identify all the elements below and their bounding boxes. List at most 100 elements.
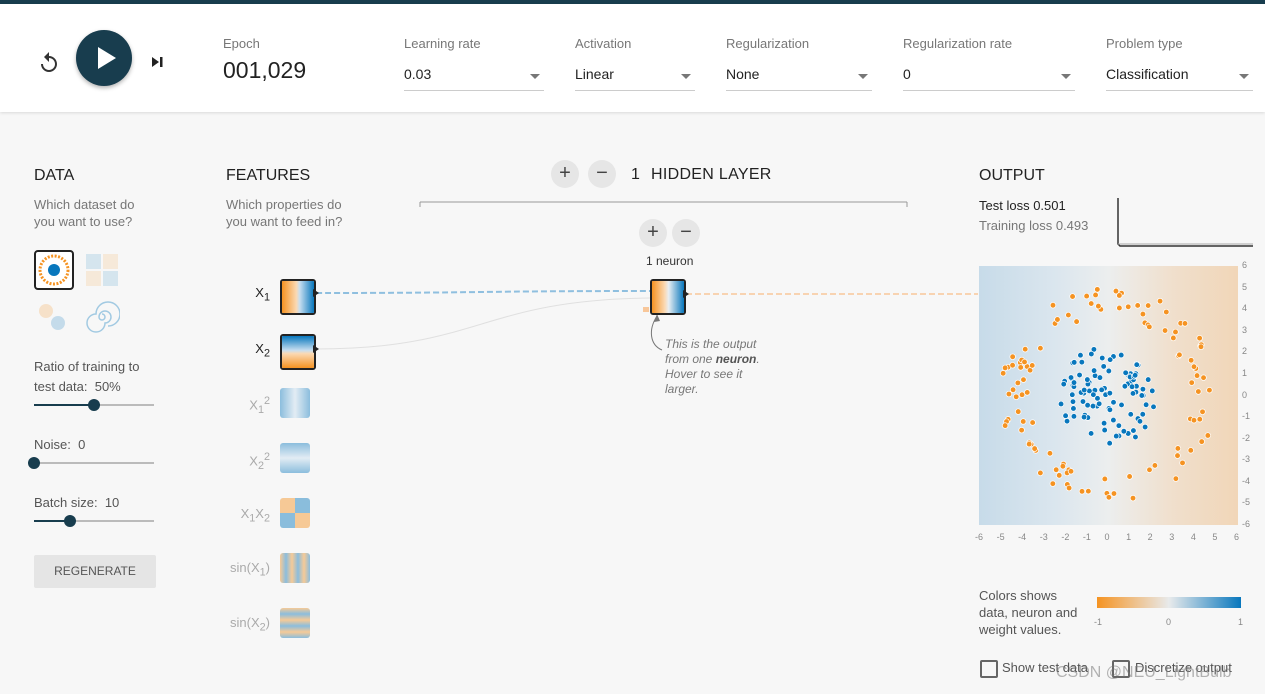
blue-data-point [1063,418,1071,425]
feature-x2-node[interactable] [280,334,316,370]
orange-data-point [1056,472,1063,479]
legend-max: 1 [1238,617,1244,627]
blue-data-point [1132,433,1139,441]
orange-data-point [1065,484,1073,492]
loss-curve-chart [1117,198,1253,247]
feature-sin-x2-node[interactable] [280,608,310,638]
orange-data-point [1014,379,1022,387]
orange-data-point [1002,422,1009,429]
remove-layer-button[interactable]: − [588,160,616,188]
orange-data-point [1026,440,1033,448]
x-tick-label: -5 [996,532,1005,542]
blue-data-point [1142,401,1150,408]
blue-data-point [1150,403,1157,410]
orange-data-point [1015,408,1022,415]
orange-data-point [1151,462,1159,469]
legend-min: -1 [1094,617,1103,627]
y-tick-label: -4 [1242,475,1251,486]
orange-data-point [1199,408,1206,415]
feature-x1-squared-node[interactable] [280,388,310,418]
orange-data-point [1187,447,1194,454]
orange-data-point [1204,432,1211,439]
blue-data-point [1121,383,1129,390]
feature-x1x2-base: X [240,506,250,521]
y-tick-label: 1 [1242,367,1248,378]
x-tick-label: -2 [1061,532,1070,542]
feature-x1x2-base2: X [255,506,264,521]
watermark-text: CSDN @NEU_LightBulb [1056,664,1232,681]
blue-data-point [1127,411,1134,418]
orange-data-point [1078,488,1086,495]
color-legend-bar [1097,597,1241,608]
orange-data-point [1179,459,1186,467]
neuron-count-label: 1 neuron [646,254,694,268]
orange-data-point [1037,345,1044,352]
training-loss-label: Training loss [979,218,1053,233]
blue-data-point [1060,380,1067,388]
orange-data-point [1049,480,1056,487]
blue-data-point [1077,352,1084,359]
orange-data-point [1206,386,1213,394]
feature-x2-label: X2 [230,341,270,360]
orange-data-point [1009,353,1016,360]
add-neuron-button[interactable]: + [639,219,667,247]
orange-data-point [1018,426,1025,434]
show-test-data-checkbox[interactable] [980,660,998,678]
blue-data-point [1141,423,1149,431]
blue-data-point [1084,376,1091,383]
orange-data-point [1018,391,1026,398]
test-loss-value: 0.501 [1033,198,1066,213]
training-loss-curve [1117,198,1253,247]
test-loss-label: Test loss [979,198,1030,213]
orange-data-point [1085,488,1092,495]
feature-x1-heatmap [282,281,314,313]
orange-data-point [1054,316,1061,323]
blue-data-point [1139,411,1146,418]
orange-data-point [1161,327,1169,334]
feature-x1-node[interactable] [280,279,316,315]
orange-data-point [1088,300,1095,307]
training-loss-row: Training loss 0.493 [979,218,1088,233]
orange-data-point [1105,494,1113,501]
blue-data-point [1090,367,1098,374]
link-x1-neuron [315,290,651,294]
orange-data-point [1134,302,1141,309]
y-tick-label: -5 [1242,497,1251,508]
blue-data-point [1131,372,1139,379]
y-tick-label: -6 [1242,519,1251,529]
blue-data-point [1128,383,1136,390]
blue-data-point [1110,416,1117,424]
blue-data-point [1067,374,1075,381]
orange-data-point [1029,362,1036,369]
blue-data-point [1099,354,1106,362]
blue-data-point [1149,387,1156,395]
feature-sinx1-tail: ) [265,560,270,575]
feature-x2-squared-label: X22 [222,451,270,472]
orange-data-point [1020,418,1027,425]
feature-sin-x1-node[interactable] [280,553,310,583]
output-title: OUTPUT [979,167,1045,184]
blue-data-point [1079,398,1087,405]
y-tick-label: -1 [1242,411,1251,422]
orange-data-point [1073,318,1080,325]
feature-x2-squared-node[interactable] [280,443,310,473]
add-layer-button[interactable]: + [551,160,579,188]
blue-data-point [1088,350,1095,358]
neuron-output-arrow-icon [683,290,689,298]
blue-data-point [1106,356,1114,363]
x-tick-label: -1 [1082,532,1091,542]
y-tick-label: 0 [1242,389,1248,400]
output-heatmap[interactable] [979,266,1238,525]
test-loss-row: Test loss 0.501 [979,198,1066,213]
x-tick-label: -3 [1039,532,1048,542]
x-tick-label: -4 [1018,532,1027,542]
hidden-layer-count: 1 [631,166,641,183]
feature-sinx2-tail: ) [265,615,270,630]
neuron-tooltip: This is the output from one neuron. Hove… [665,337,775,397]
hidden-neuron-node[interactable] [650,279,686,315]
orange-data-point [1005,390,1013,398]
feature-x1x2-node[interactable] [280,498,310,528]
orange-data-point [1067,468,1075,475]
remove-neuron-button[interactable]: − [672,219,700,247]
feature-x1-output-arrow-icon [313,289,319,297]
